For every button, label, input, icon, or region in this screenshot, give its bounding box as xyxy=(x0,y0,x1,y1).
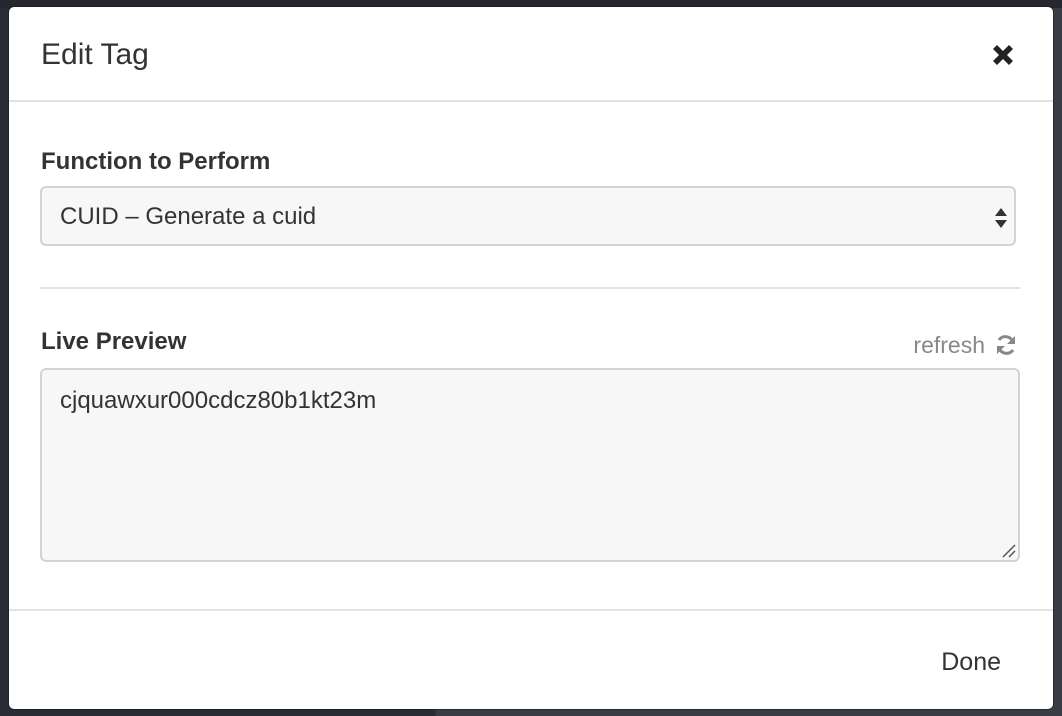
section-divider xyxy=(40,287,1020,289)
resize-handle-icon[interactable] xyxy=(1000,542,1016,558)
function-select[interactable]: CUID – Generate a cuid xyxy=(40,186,1016,246)
done-button[interactable]: Done xyxy=(941,647,1001,677)
live-preview-textarea[interactable]: cjquawxur000cdcz80b1kt23m xyxy=(40,368,1020,562)
select-arrows-icon xyxy=(995,208,1007,228)
modal-title: Edit Tag xyxy=(41,38,149,71)
edit-tag-modal: Edit Tag Function to Perform CUID – Gene… xyxy=(9,7,1053,709)
function-select-value: CUID – Generate a cuid xyxy=(60,203,317,230)
modal-header: Edit Tag xyxy=(9,7,1053,102)
refresh-label: refresh xyxy=(913,332,985,358)
refresh-icon xyxy=(997,335,1015,355)
close-icon xyxy=(993,45,1013,65)
refresh-button[interactable]: refresh xyxy=(913,331,1017,359)
modal-body: Function to Perform CUID – Generate a cu… xyxy=(9,102,1053,610)
function-label: Function to Perform xyxy=(41,148,271,175)
live-preview-value: cjquawxur000cdcz80b1kt23m xyxy=(60,387,377,414)
live-preview-label: Live Preview xyxy=(41,328,187,355)
close-button[interactable] xyxy=(989,41,1017,69)
modal-footer: Done xyxy=(9,609,1053,709)
